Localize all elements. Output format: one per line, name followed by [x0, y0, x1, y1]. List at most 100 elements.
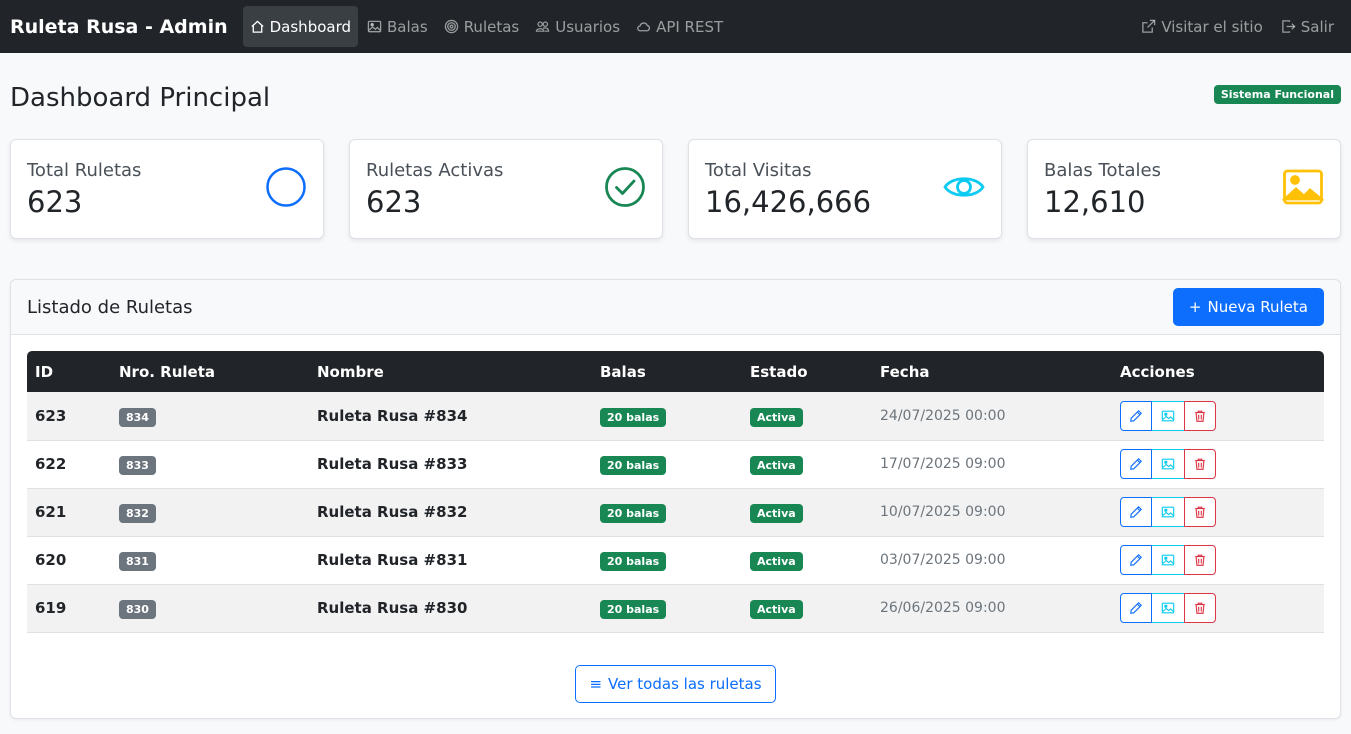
pencil-icon	[1130, 601, 1143, 614]
estado-badge: Activa	[750, 504, 803, 523]
stat-value: 623	[27, 184, 83, 219]
view-all-label: Ver todas las ruletas	[608, 674, 762, 693]
trash-icon	[1195, 554, 1205, 566]
column-header: Nro. Ruleta	[119, 362, 216, 381]
delete-button[interactable]	[1184, 545, 1216, 575]
nro-badge: 833	[119, 456, 156, 475]
edit-button[interactable]	[1120, 449, 1152, 479]
image-icon	[1161, 554, 1175, 566]
balas-badge: 20 balas	[600, 456, 667, 475]
stats-row: Total Ruletas 623 Ruletas Activas 623 To…	[10, 139, 1341, 239]
images-button[interactable]	[1152, 545, 1184, 575]
footer-actions: ≡ Ver todas las ruletas	[27, 664, 1324, 703]
balas-badge: 20 balas	[600, 504, 667, 523]
edit-button[interactable]	[1120, 497, 1152, 527]
row-actions	[1120, 400, 1316, 431]
nav-item-label: Ruletas	[463, 17, 520, 36]
cell-acciones	[1112, 392, 1324, 440]
nav-item-label: Balas	[387, 17, 428, 36]
image-icon	[367, 20, 382, 33]
trash-icon	[1195, 506, 1205, 518]
visit-site-link[interactable]: Visitar el sitio	[1134, 6, 1269, 47]
stat-label: Ruletas Activas	[366, 159, 504, 181]
nav-item-usuarios[interactable]: Usuarios	[528, 6, 627, 47]
edit-button[interactable]	[1120, 545, 1152, 575]
delete-button[interactable]	[1184, 400, 1216, 431]
cell-fecha: 26/06/2025 09:00	[880, 600, 1006, 616]
check-circle-icon	[604, 166, 646, 212]
stat-label: Total Visitas	[705, 159, 812, 181]
cell-nombre: Ruleta Rusa #834	[317, 406, 468, 425]
cell-nombre: Ruleta Rusa #832	[317, 503, 468, 521]
cell-id: 619	[35, 599, 67, 617]
brand-title[interactable]: Ruleta Rusa - Admin	[10, 16, 228, 38]
column-header: ID	[35, 362, 54, 381]
row-actions	[1120, 545, 1316, 575]
cell-balas: 20 balas	[592, 488, 742, 536]
logout-link[interactable]: Salir	[1274, 6, 1341, 47]
image-icon	[1281, 166, 1325, 212]
top-navbar: Ruleta Rusa - Admin Dashboard Balas Rule…	[0, 0, 1351, 53]
target-icon	[444, 19, 458, 34]
ruletas-panel: Listado de Ruletas + Nueva Ruleta ID Nro…	[10, 279, 1341, 719]
table-row: 620 831 Ruleta Rusa #831 20 balas Activa…	[27, 536, 1324, 584]
main-nav: Dashboard Balas Ruletas Usuarios API RES…	[242, 6, 731, 47]
new-ruleta-button[interactable]: + Nueva Ruleta	[1172, 288, 1324, 326]
pencil-icon	[1130, 457, 1143, 470]
nav-item-label: Dashboard	[269, 17, 352, 36]
delete-button[interactable]	[1184, 497, 1216, 527]
stat-card-total-ruletas: Total Ruletas 623	[10, 139, 324, 239]
image-icon	[1161, 458, 1175, 470]
panel-title: Listado de Ruletas	[27, 296, 193, 318]
cell-nro: 831	[111, 536, 309, 584]
view-all-button[interactable]: ≡ Ver todas las ruletas	[575, 664, 776, 703]
cell-nro: 834	[111, 392, 309, 440]
delete-button[interactable]	[1184, 593, 1216, 623]
cell-fecha: 10/07/2025 09:00	[880, 504, 1006, 520]
cell-estado: Activa	[742, 584, 872, 632]
table-row: 622 833 Ruleta Rusa #833 20 balas Activa…	[27, 440, 1324, 488]
stat-label: Balas Totales	[1044, 159, 1161, 181]
column-header: Estado	[750, 362, 808, 381]
edit-button[interactable]	[1120, 593, 1152, 623]
main-content: Dashboard Principal Sistema Funcional To…	[0, 53, 1351, 719]
cell-acciones	[1112, 536, 1324, 584]
cell-balas: 20 balas	[592, 536, 742, 584]
nav-item-api-rest[interactable]: API REST	[629, 6, 730, 47]
stat-card-total-visitas: Total Visitas 16,426,666	[688, 139, 1002, 239]
stat-value: 12,610	[1044, 184, 1146, 219]
image-icon	[1161, 506, 1175, 518]
nav-item-ruletas[interactable]: Ruletas	[437, 6, 527, 47]
cell-balas: 20 balas	[592, 392, 742, 440]
pencil-icon	[1130, 505, 1143, 518]
cell-estado: Activa	[742, 536, 872, 584]
nav-item-dashboard[interactable]: Dashboard	[242, 6, 359, 47]
nav-item-balas[interactable]: Balas	[360, 6, 435, 47]
trash-icon	[1195, 410, 1205, 422]
table-header-row: ID Nro. Ruleta Nombre Balas Estado Fecha…	[27, 351, 1324, 392]
column-header: Fecha	[880, 362, 930, 381]
delete-button[interactable]	[1184, 449, 1216, 479]
column-header: Acciones	[1120, 362, 1195, 381]
estado-badge: Activa	[750, 456, 803, 475]
circle-icon	[265, 166, 307, 212]
pencil-icon	[1130, 409, 1143, 422]
cell-id: 623	[35, 406, 67, 425]
stat-value: 623	[366, 184, 422, 219]
cell-estado: Activa	[742, 440, 872, 488]
images-button[interactable]	[1152, 449, 1184, 479]
nav-item-label: Salir	[1300, 17, 1334, 36]
stat-label: Total Ruletas	[27, 159, 142, 181]
cell-id: 621	[35, 503, 67, 521]
edit-button[interactable]	[1120, 400, 1152, 431]
cell-acciones	[1112, 440, 1324, 488]
estado-badge: Activa	[750, 407, 803, 427]
house-icon	[251, 20, 264, 33]
cell-nro: 833	[111, 440, 309, 488]
nro-badge: 830	[119, 600, 156, 619]
pencil-icon	[1130, 553, 1143, 566]
images-button[interactable]	[1152, 497, 1184, 527]
images-button[interactable]	[1152, 593, 1184, 623]
table-row: 621 832 Ruleta Rusa #832 20 balas Activa…	[27, 488, 1324, 536]
images-button[interactable]	[1152, 400, 1184, 431]
